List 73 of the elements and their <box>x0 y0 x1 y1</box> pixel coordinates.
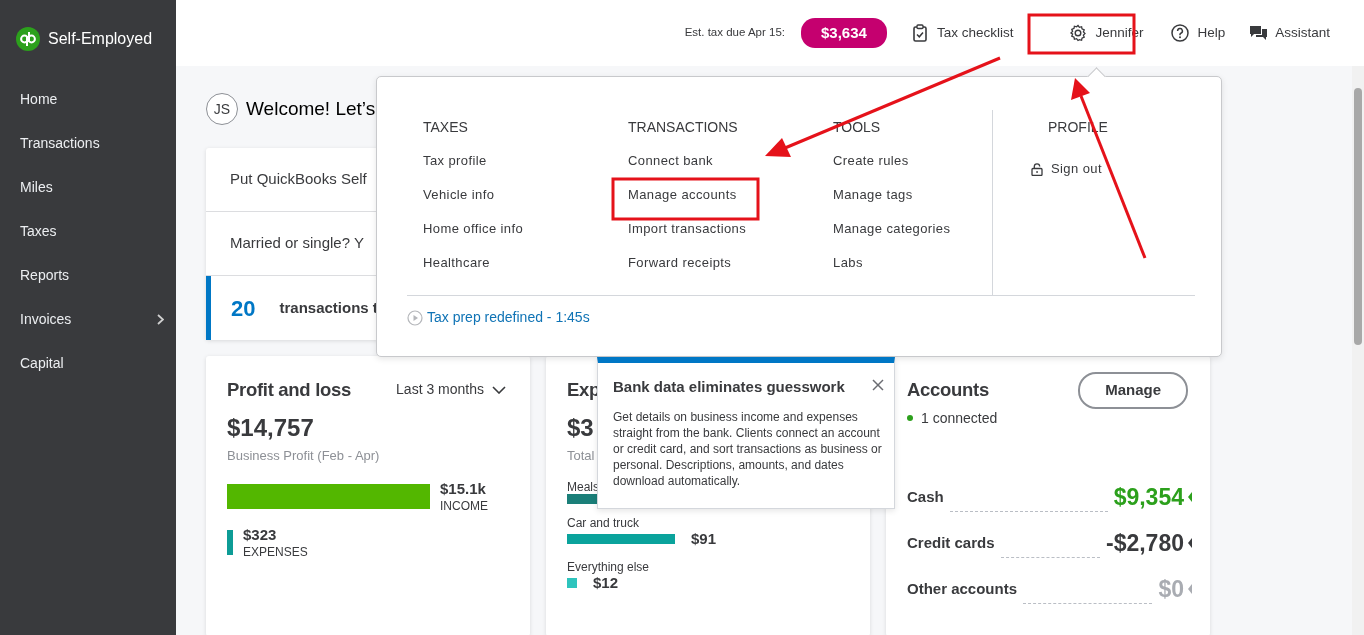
welcome-heading: Welcome! Let’s <box>246 96 376 121</box>
task-count: 20 <box>231 294 256 323</box>
account-label: Credit cards <box>907 532 995 553</box>
toolbar-link[interactable]: Tax checklist <box>910 22 1014 44</box>
sidebar-item[interactable]: Reports <box>0 253 176 297</box>
card-title: Profit and loss <box>227 378 351 402</box>
account-amount: $9,354 <box>1113 482 1184 512</box>
connection-status: 1 connected <box>921 408 998 428</box>
profit-amount: $14,757 <box>227 412 315 443</box>
menu-heading: TRANSACTIONS <box>628 118 739 137</box>
app-name: Self-Employed <box>48 28 153 49</box>
bar-amount: $323 <box>243 526 278 545</box>
scrollbar[interactable] <box>1352 66 1364 635</box>
chat-icon <box>1249 24 1268 42</box>
close-icon[interactable] <box>872 379 884 391</box>
menu-item[interactable]: Vehicle info <box>423 186 612 220</box>
menu-item[interactable]: Tax profile <box>423 152 612 186</box>
category-label: Everything else <box>567 560 650 575</box>
menu-item[interactable]: Manage categories <box>833 220 992 254</box>
bar-amount: $15.1k <box>440 480 487 499</box>
category-label: Car and truck <box>567 516 640 531</box>
logo-icon <box>16 26 40 51</box>
expense-bar <box>227 530 233 556</box>
menu-item[interactable]: Manage accounts <box>628 186 817 220</box>
lock-icon <box>1031 162 1043 176</box>
help-icon <box>1171 24 1190 42</box>
menu-item[interactable]: Connect bank <box>628 152 817 186</box>
avatar: JS <box>206 93 238 125</box>
clipboard-icon <box>910 24 929 42</box>
menu-item[interactable]: Manage tags <box>833 186 992 220</box>
sidebar-item[interactable]: Capital <box>0 341 176 385</box>
tax-amount-button[interactable]: $3,634 <box>801 17 887 49</box>
tax-due-label: Est. tax due Apr 15: <box>684 25 785 41</box>
account-label: Other accounts <box>907 578 1018 599</box>
sidebar-item[interactable]: Miles <box>0 165 176 209</box>
video-link[interactable]: Tax prep redefined - 1:45s <box>407 307 590 328</box>
menu-heading: TAXES <box>423 118 469 137</box>
expenses-caption: Total <box>567 446 595 465</box>
bar-label: EXPENSES <box>243 544 308 561</box>
settings-icon <box>1069 24 1088 42</box>
status-dot <box>907 415 913 422</box>
sidebar-item[interactable]: Transactions <box>0 121 176 165</box>
chevron-icon <box>1188 537 1192 548</box>
account-label: Cash <box>907 486 944 507</box>
category-amount: $91 <box>691 530 717 549</box>
popover-text: Get details on business income and expenses straight from the bank. Clients connect an account or credit card, and sort transactions as business or personal. Descriptions, amounts, and dates download automatically. <box>613 408 883 489</box>
play-icon <box>407 309 423 326</box>
profit-caption: Business Profit (Feb - Apr) <box>227 446 381 465</box>
menu-item[interactable]: Create rules <box>833 152 992 186</box>
chevron-icon <box>1188 583 1192 594</box>
toolbar-link[interactable]: Assistant <box>1249 22 1330 44</box>
menu-item[interactable]: Sign out <box>1031 152 1108 186</box>
expenses-amount: $3 <box>567 412 594 443</box>
category-amount: $12 <box>593 574 619 593</box>
card-title: Accounts <box>907 378 990 402</box>
menu-item[interactable]: Home office info <box>423 220 612 254</box>
category-label: Meals <box>567 480 599 495</box>
period-dropdown[interactable]: Last 3 months <box>396 379 506 401</box>
popover-title: Bank data eliminates guesswork <box>613 377 845 397</box>
menu-item[interactable]: Labs <box>833 254 992 288</box>
sidebar-item[interactable]: Invoices <box>0 297 176 341</box>
menu-item[interactable]: Healthcare <box>423 254 612 288</box>
bar-label: INCOME <box>440 498 488 515</box>
sidebar-item[interactable]: Taxes <box>0 209 176 253</box>
toolbar-link[interactable]: Help <box>1171 22 1226 44</box>
chevron-down-icon <box>492 385 506 394</box>
chevron-icon <box>1188 491 1192 502</box>
menu-item[interactable]: Import transactions <box>628 220 817 254</box>
menu-item[interactable]: Forward receipts <box>628 254 817 288</box>
manage-button[interactable]: Manage <box>1078 372 1188 409</box>
account-amount: $0 <box>1158 574 1184 604</box>
account-amount: -$2,780 <box>1106 528 1184 558</box>
sidebar-item[interactable]: Home <box>0 77 176 121</box>
